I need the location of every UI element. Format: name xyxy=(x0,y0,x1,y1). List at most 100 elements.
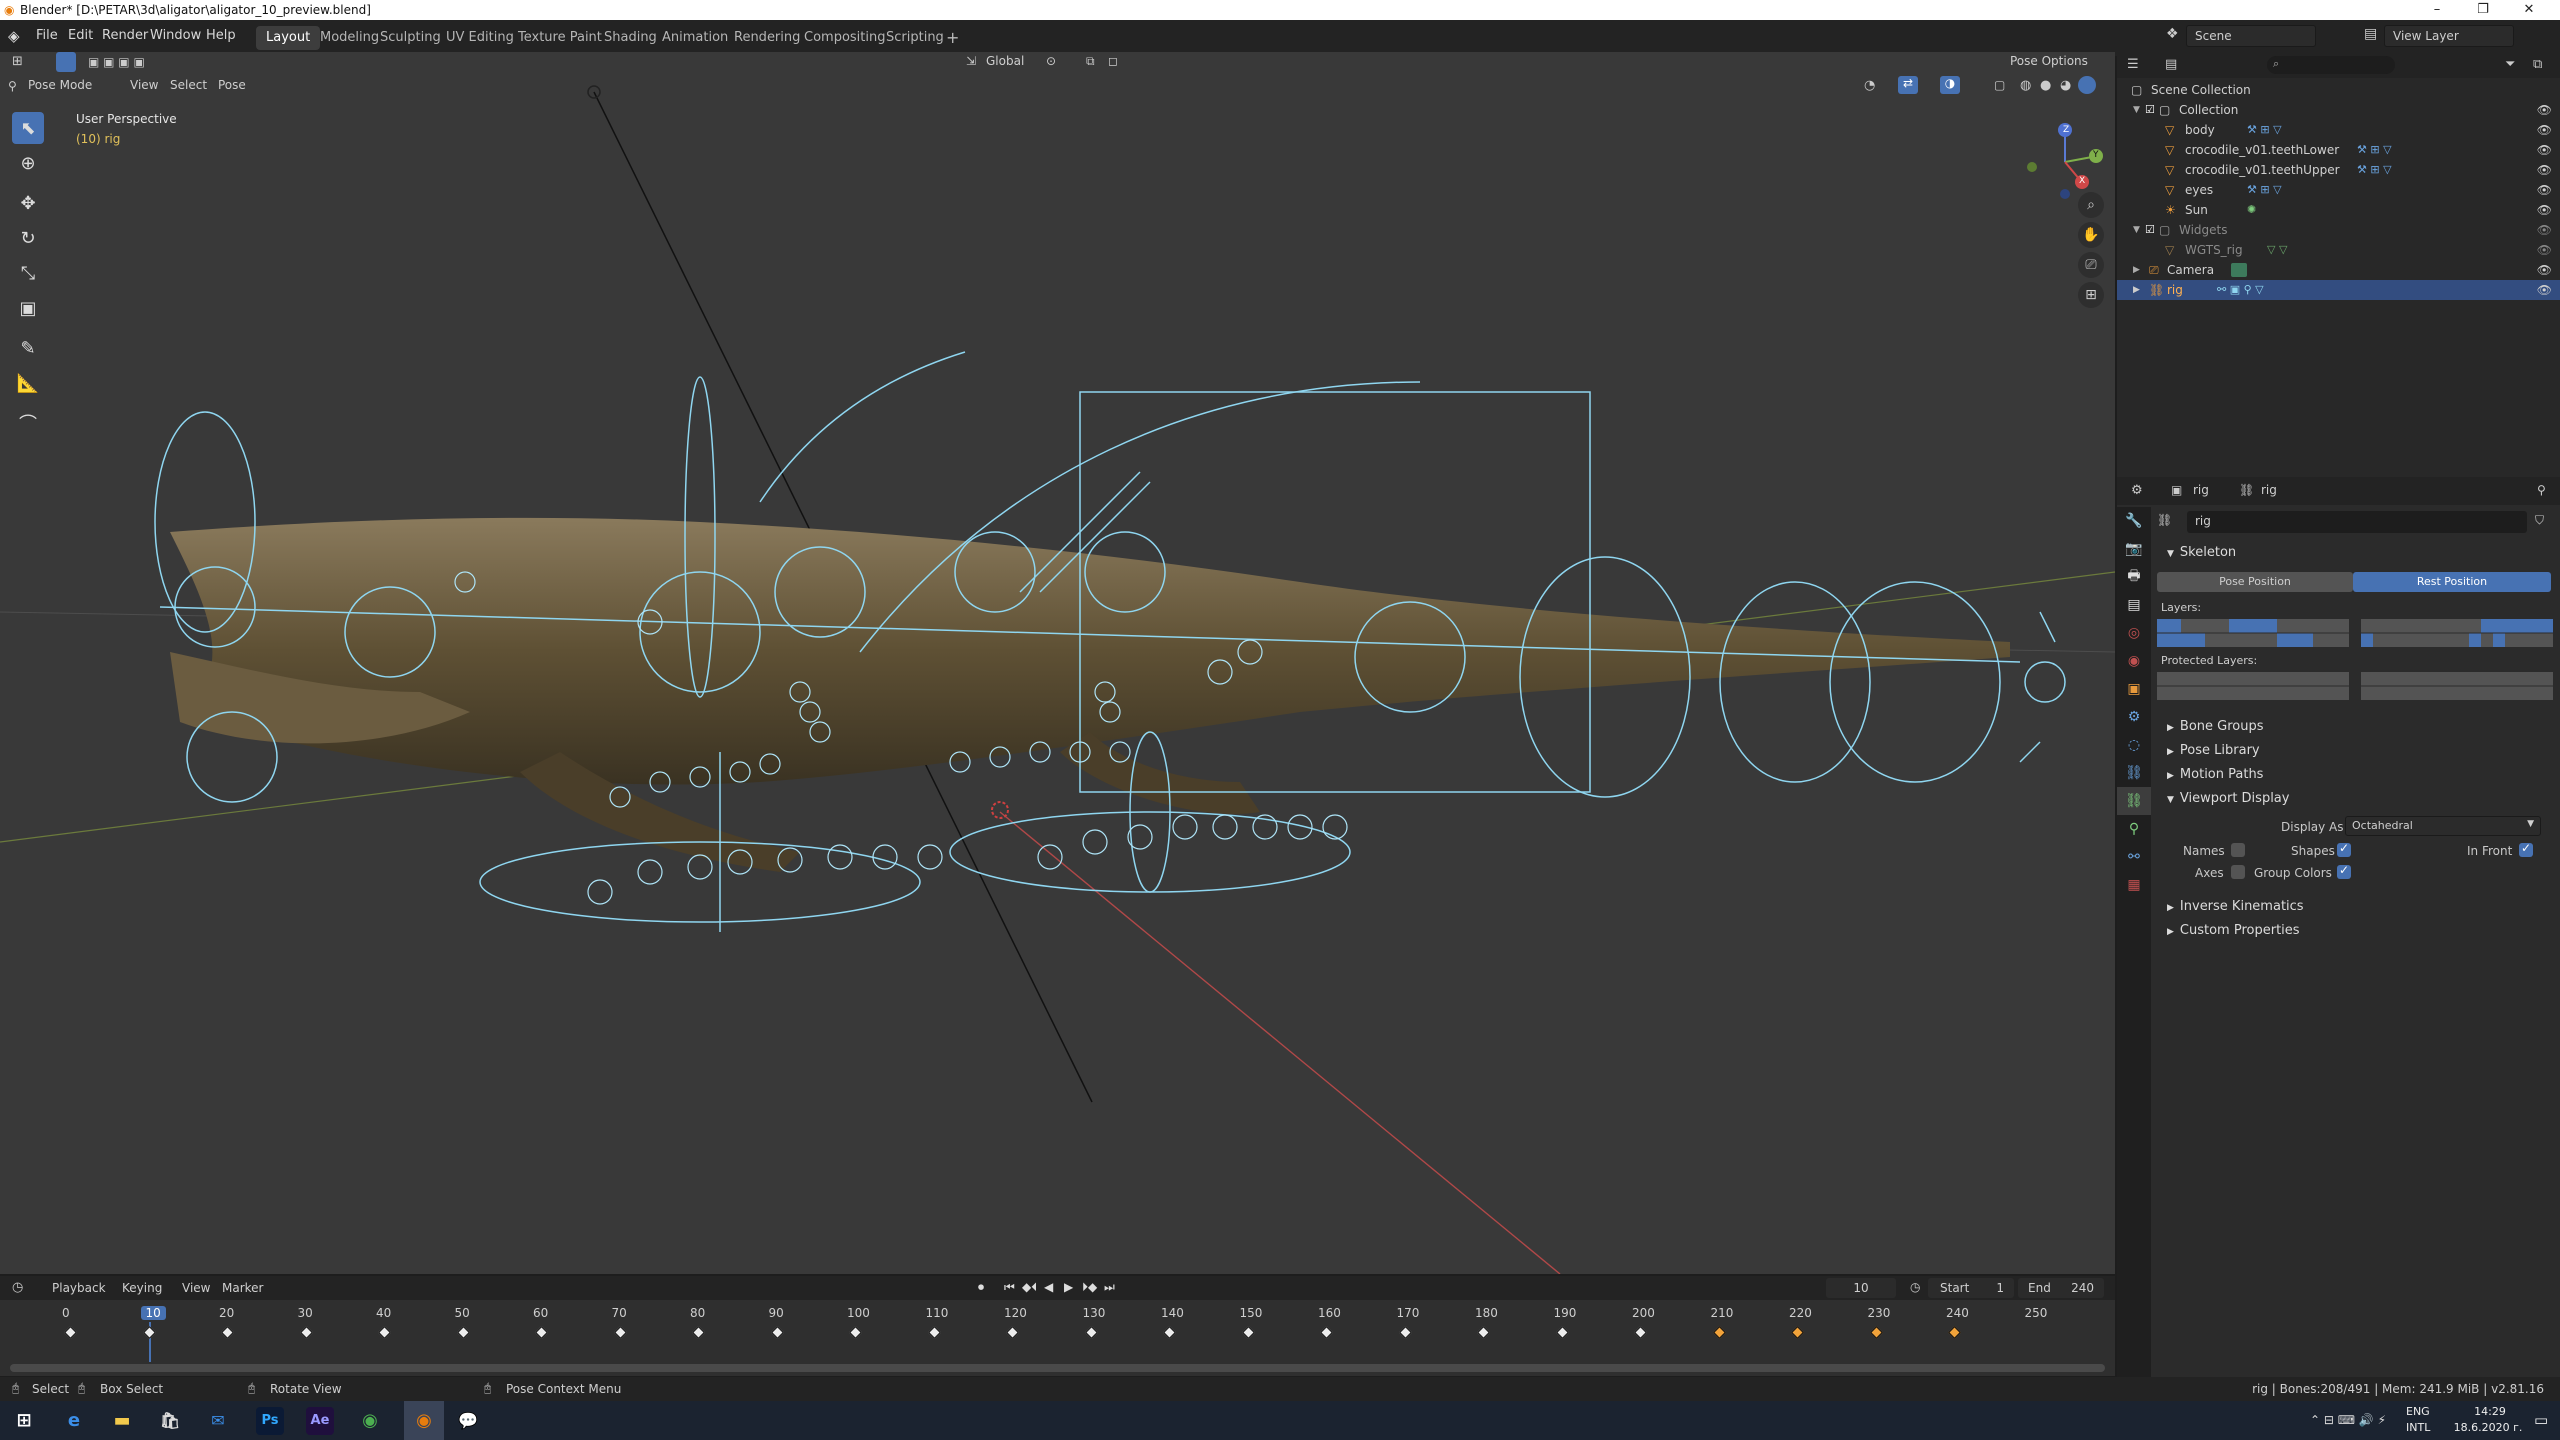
outliner-row-scene-collection[interactable]: ▢ Scene Collection xyxy=(2117,80,2560,100)
eye-icon[interactable]: 👁 xyxy=(2537,160,2552,180)
relax-pose-tool-icon[interactable]: ⌒ xyxy=(12,407,44,439)
timeline-menu-marker[interactable]: Marker xyxy=(222,1281,263,1295)
current-frame-field[interactable]: 10 xyxy=(1826,1278,1896,1298)
zoom-icon[interactable]: ⌕ xyxy=(2078,192,2104,218)
expand-icon[interactable]: ▼ xyxy=(2133,100,2140,120)
keyframe[interactable] xyxy=(1241,1326,1255,1339)
eye-icon[interactable]: 👁 xyxy=(2537,140,2552,160)
keyframe[interactable] xyxy=(221,1326,234,1339)
play-icon[interactable]: ▶ xyxy=(1064,1280,1073,1294)
group-colors-checkbox[interactable] xyxy=(2337,863,2351,879)
expand-icon[interactable]: ▼ xyxy=(2133,220,2140,240)
names-checkbox[interactable] xyxy=(2231,843,2245,857)
rotate-tool-icon[interactable]: ↻ xyxy=(12,222,44,254)
bone-tab-icon[interactable]: ⚲ xyxy=(2117,815,2151,843)
start-frame-field[interactable]: Start 1 xyxy=(1928,1278,2014,1298)
gizmo-toggle-icon[interactable]: ⇄ xyxy=(1898,76,1918,94)
keyframe[interactable] xyxy=(770,1326,784,1339)
outliner-search-input[interactable]: ⌕ xyxy=(2267,56,2395,74)
viewport-menu-pose[interactable]: Pose xyxy=(218,78,246,92)
physics-tab-icon[interactable]: ◌ xyxy=(2117,731,2151,759)
visibility-icon[interactable]: ◔ xyxy=(1864,78,1875,93)
output-tab-icon[interactable]: 🖶 xyxy=(2117,563,2151,591)
pan-hand-icon[interactable]: ✋ xyxy=(2078,222,2104,248)
measure-tool-icon[interactable]: 📐 xyxy=(12,367,44,399)
eye-icon[interactable]: 👁 xyxy=(2537,180,2552,200)
new-collection-icon[interactable]: ⧉ xyxy=(2533,57,2542,72)
expand-icon[interactable]: ▶ xyxy=(2133,280,2140,300)
keyframe[interactable] xyxy=(1163,1326,1176,1339)
viewport-menu-view[interactable]: View xyxy=(130,78,158,92)
timeline-menu-playback[interactable]: Playback xyxy=(52,1281,106,1295)
keyboard-layout-label[interactable]: INTL xyxy=(2406,1421,2430,1434)
panel-custom-properties[interactable]: ▶ Custom Properties xyxy=(2151,919,2560,943)
clock-date[interactable]: 18.6.2020 г. xyxy=(2440,1421,2536,1434)
shading-material-icon[interactable]: ◕ xyxy=(2060,78,2071,93)
keyframe[interactable] xyxy=(1084,1326,1098,1339)
jump-end-icon[interactable]: ⏭ xyxy=(1104,1280,1115,1295)
tab-scripting[interactable]: Scripting xyxy=(876,26,954,50)
rest-position-button[interactable]: Rest Position xyxy=(2353,572,2551,592)
scale-tool-icon[interactable]: ⤡ xyxy=(12,257,44,289)
current-frame-indicator[interactable]: 10 xyxy=(140,1306,166,1320)
keyframe[interactable] xyxy=(142,1326,156,1339)
eye-icon[interactable]: 👁 xyxy=(2537,120,2552,140)
3d-viewport[interactable]: ⊞ ▣ ▣ ▣ ▣ ⇲ Global ⊙ ⧉ ◻ Pose Options ⚲ … xyxy=(0,52,2115,1274)
protected-layers-grid[interactable] xyxy=(2157,672,2553,700)
world-tab-icon[interactable]: ◉ xyxy=(2117,647,2151,675)
axes-checkbox[interactable] xyxy=(2231,865,2245,879)
outliner-row-camera[interactable]: ▶ ⎚ Camera 👁 xyxy=(2117,260,2560,280)
keyframe[interactable] xyxy=(1398,1326,1412,1339)
outliner-editor-icon[interactable]: ☰ xyxy=(2127,57,2139,72)
mail-icon[interactable]: ✉ xyxy=(204,1407,232,1435)
snap-icon[interactable]: ⧉ xyxy=(1086,54,1095,69)
xray-toggle-icon[interactable]: ▢ xyxy=(1994,78,2005,92)
shading-wireframe-icon[interactable]: ◍ xyxy=(2020,78,2031,93)
in-front-checkbox[interactable] xyxy=(2519,841,2533,857)
outliner-row-collection[interactable]: ▼ ☑ ▢ Collection 👁 xyxy=(2117,100,2560,120)
cursor-tool-icon[interactable]: ⊕ xyxy=(12,147,44,179)
keyframe[interactable] xyxy=(849,1326,862,1339)
menu-render[interactable]: Render xyxy=(102,28,148,43)
keyframe[interactable] xyxy=(927,1326,941,1339)
overlays-toggle-icon[interactable]: ◑ xyxy=(1940,76,1960,94)
next-keyframe-icon[interactable]: ⏵◆ xyxy=(1082,1280,1097,1295)
chat-app-icon[interactable]: 💬 xyxy=(454,1407,482,1435)
menu-file[interactable]: File xyxy=(36,28,58,43)
keyframe[interactable] xyxy=(1320,1326,1333,1339)
keyframe[interactable] xyxy=(1555,1326,1569,1339)
record-icon[interactable]: ⏺ xyxy=(978,1280,984,1295)
mode-dropdown[interactable]: Pose Mode xyxy=(28,78,92,92)
outliner-row-eyes[interactable]: ▽ eyes ⚒ ⊞ ▽ 👁 xyxy=(2117,180,2560,200)
eye-icon[interactable]: 👁 xyxy=(2537,220,2552,240)
pose-options-dropdown[interactable]: Pose Options xyxy=(2010,54,2088,68)
pose-position-button[interactable]: Pose Position xyxy=(2157,572,2353,592)
keyframe[interactable] xyxy=(64,1326,77,1339)
keyframe[interactable] xyxy=(1477,1326,1490,1339)
modifier-tab-icon[interactable]: ⚙ xyxy=(2117,703,2151,731)
select-tool-icon[interactable]: ⬉ xyxy=(12,112,44,144)
panel-viewport-display[interactable]: ▼ Viewport Display xyxy=(2151,787,2560,811)
annotate-tool-icon[interactable]: ✎ xyxy=(12,332,44,364)
texture-tab-icon[interactable]: ▦ xyxy=(2117,871,2151,899)
outliner-row-widgets[interactable]: ▼ ☑ ▢ Widgets 👁 xyxy=(2117,220,2560,240)
menu-window[interactable]: Window xyxy=(150,28,201,43)
display-as-dropdown[interactable]: Octahedral ▼ xyxy=(2345,816,2541,836)
viewport-menu-select[interactable]: Select xyxy=(170,78,207,92)
fake-user-icon[interactable]: ⛉ xyxy=(2535,513,2544,528)
bone-constraints-tab-icon[interactable]: ⚯ xyxy=(2117,843,2151,871)
keyframe[interactable] xyxy=(1712,1326,1726,1339)
end-frame-field[interactable]: End 240 xyxy=(2018,1278,2104,1298)
outliner-row-wgts-rig[interactable]: ▽ WGTS_rig ▽ ▽ 👁 xyxy=(2117,240,2560,260)
bone-layers-grid[interactable] xyxy=(2157,619,2553,647)
move-tool-icon[interactable]: ✥ xyxy=(12,187,44,219)
object-tab-icon[interactable]: ▣ xyxy=(2117,675,2151,703)
file-explorer-icon[interactable]: ▬ xyxy=(108,1407,136,1435)
blender-taskbar-icon[interactable]: ◉ xyxy=(404,1401,444,1440)
ortho-toggle-icon[interactable]: ⊞ xyxy=(2078,282,2104,308)
pivot-icon[interactable]: ⊙ xyxy=(1046,54,1056,68)
eye-icon[interactable]: 👁 xyxy=(2537,260,2552,280)
menu-edit[interactable]: Edit xyxy=(68,28,93,43)
outliner-row-teeth-upper[interactable]: ▽ crocodile_v01.teethUpper ⚒ ⊞ ▽ 👁 xyxy=(2117,160,2560,180)
language-label[interactable]: ENG xyxy=(2406,1405,2430,1418)
